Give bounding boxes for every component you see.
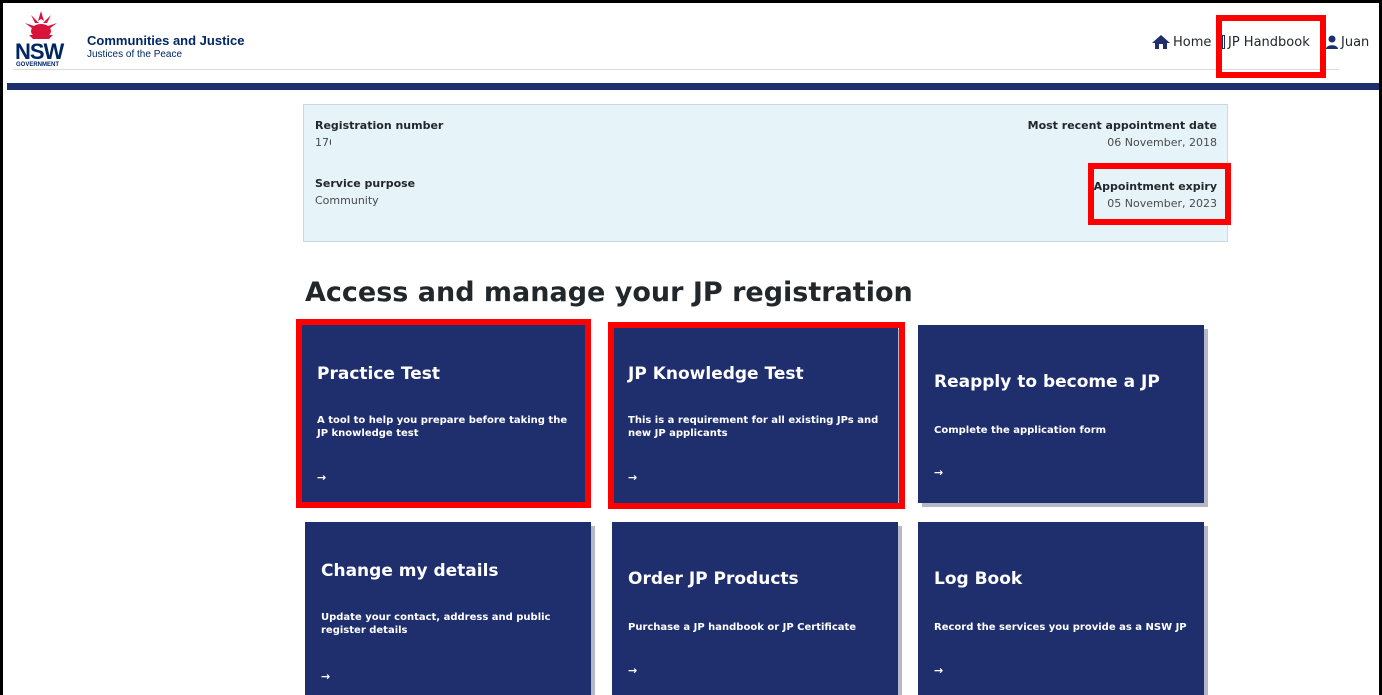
card-reapply[interactable]: Reapply to become a JP Complete the appl… [918,325,1204,503]
highlight-box-handbook [1216,15,1326,78]
nsw-government-logo[interactable]: NSW GOVERNMENT [15,9,83,71]
card-order-products[interactable]: Order JP Products Purchase a JP handbook… [612,522,898,695]
registration-number-label: Registration number [315,119,444,132]
waratah-logo-icon [25,11,57,39]
arrow-right-icon: → [628,664,638,677]
logo-subtext: GOVERNMENT [16,62,60,68]
nav-user-label: Juan [1341,34,1370,50]
card-description: Purchase a JP handbook or JP Certificate [628,622,857,633]
highlight-box-expiry [1088,163,1231,225]
recent-appointment-value: 06 November, 2018 [1107,136,1217,149]
card-title: Reapply to become a JP [934,372,1160,392]
card-title: Log Book [934,569,1023,589]
home-icon [1152,35,1170,49]
service-purpose-label: Service purpose [315,177,416,190]
nav-home-label: Home [1173,34,1212,50]
service-purpose-value: Community [315,194,379,207]
header-divider [13,69,1339,70]
nav-home-link[interactable]: Home [1151,34,1211,50]
org-subtitle: Justices of the Peace [87,49,183,60]
highlight-box-practice-test [296,319,591,508]
header-accent-bar [7,83,1379,90]
card-log-book[interactable]: Log Book Record the services you provide… [918,522,1204,695]
card-description: Update your contact, address and public … [321,612,551,636]
site-header: NSW GOVERNMENT Communities and Justice J… [3,3,1379,83]
card-title: Order JP Products [628,569,799,589]
card-title: Change my details [321,561,499,581]
card-change-details[interactable]: Change my details Update your contact, a… [305,522,591,695]
arrow-right-icon: → [321,670,331,683]
arrow-right-icon: → [934,466,944,479]
org-title: Communities and Justice [87,33,245,48]
highlight-box-knowledge-test [608,322,905,509]
nav-user-link[interactable]: Juan [1325,34,1369,50]
recent-appointment-label: Most recent appointment date [1027,119,1217,132]
card-description: Complete the application form [934,425,1107,436]
page-frame: NSW GOVERNMENT Communities and Justice J… [3,3,1379,695]
page-heading: Access and manage your JP registration [305,277,913,308]
card-description: Record the services you provide as a NSW… [934,622,1187,633]
redaction-mask [331,135,371,150]
arrow-right-icon: → [934,664,944,677]
user-icon [1326,35,1338,49]
